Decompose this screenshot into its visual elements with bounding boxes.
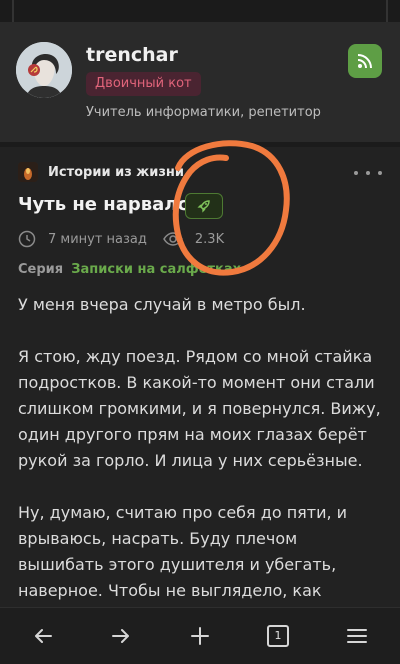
top-bar-divider-left — [12, 0, 14, 22]
more-options-button[interactable] — [354, 166, 382, 180]
rocket-icon — [197, 200, 210, 213]
paragraph: Я стою, жду поезд. Рядом со мной стайка … — [18, 347, 381, 470]
plus-icon — [191, 627, 209, 645]
user-bio: Учитель информатики, репетитор — [86, 105, 321, 120]
username[interactable]: trenchar — [86, 44, 178, 66]
forward-button[interactable] — [107, 622, 135, 650]
top-bar-divider-right — [386, 0, 388, 22]
community-link[interactable]: Истории из жизни — [18, 162, 184, 182]
tabs-icon: 1 — [267, 625, 289, 647]
post-title[interactable]: Чуть не нарвался — [18, 194, 200, 215]
hammer-sickle-icon — [28, 64, 40, 76]
post-series: Серия Записки на салфетках — [18, 262, 241, 277]
bottom-navigation-bar: 1 — [0, 607, 400, 664]
post-body: У меня вчера случай в метро был. Я стою,… — [18, 292, 382, 656]
post-views-count: 2.3K — [194, 231, 225, 247]
post-time-text: 7 минут назад — [48, 231, 147, 247]
top-bar — [0, 0, 400, 22]
post-time: 7 минут назад — [18, 230, 147, 248]
author-profile-card: trenchar Двоичный кот Учитель информатик… — [0, 22, 400, 142]
more-icon-dot — [354, 171, 358, 175]
menu-button[interactable] — [343, 622, 371, 650]
more-icon-dot — [378, 171, 382, 175]
avatar[interactable] — [16, 42, 72, 98]
clock-icon — [18, 230, 36, 248]
menu-icon — [347, 629, 367, 643]
user-badge: Двоичный кот — [86, 72, 201, 96]
subscribe-button[interactable] — [348, 44, 382, 78]
paragraph: У меня вчера случай в метро был. — [18, 295, 306, 314]
more-icon-dot — [366, 171, 370, 175]
back-button[interactable] — [29, 622, 57, 650]
eye-icon — [163, 232, 183, 246]
rocket-badge[interactable] — [185, 193, 223, 219]
post-meta: 7 минут назад 2.3K — [18, 230, 224, 248]
section-divider — [0, 142, 400, 147]
forward-arrow-icon — [112, 629, 129, 643]
community-name: Истории из жизни — [48, 164, 184, 180]
community-icon — [18, 162, 38, 182]
rss-icon — [357, 54, 372, 69]
post-views: 2.3K — [163, 230, 224, 248]
back-arrow-icon — [35, 629, 52, 643]
avatar-image — [16, 42, 72, 98]
tabs-button[interactable]: 1 — [264, 622, 292, 650]
new-tab-button[interactable] — [186, 622, 214, 650]
series-label: Серия — [18, 262, 64, 277]
series-link[interactable]: Записки на салфетках — [71, 262, 241, 277]
